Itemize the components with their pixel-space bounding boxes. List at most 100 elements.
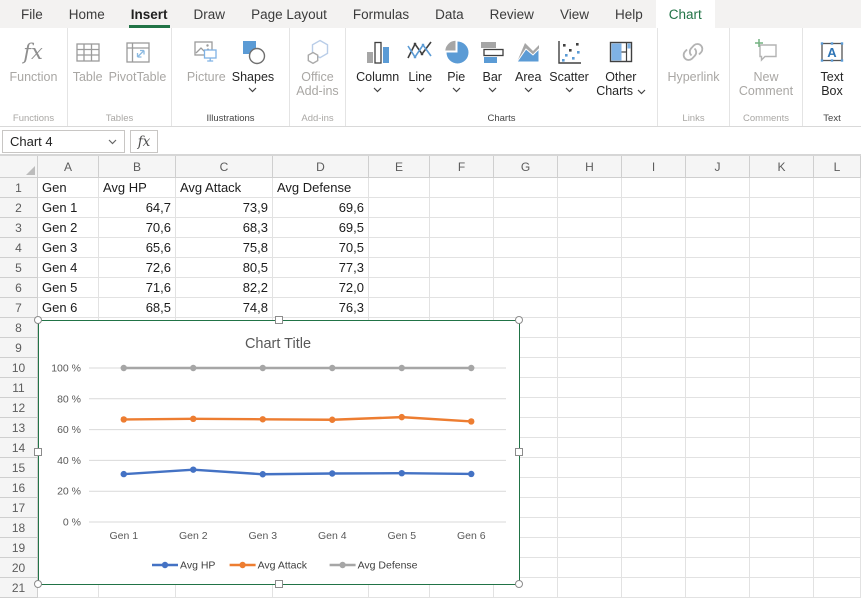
cell-J13[interactable] xyxy=(686,418,750,438)
cell-J10[interactable] xyxy=(686,358,750,378)
column-header-k[interactable]: K xyxy=(750,156,814,178)
cell-H3[interactable] xyxy=(558,218,622,238)
cell-H13[interactable] xyxy=(558,418,622,438)
cell-I13[interactable] xyxy=(622,418,686,438)
row-header-20[interactable]: 20 xyxy=(0,558,38,578)
cell-F5[interactable] xyxy=(430,258,494,278)
cell-J11[interactable] xyxy=(686,378,750,398)
resize-handle-top-center[interactable] xyxy=(275,316,283,324)
fx-button[interactable]: fx xyxy=(130,130,158,153)
cell-I2[interactable] xyxy=(622,198,686,218)
cell-E6[interactable] xyxy=(369,278,430,298)
cell-G7[interactable] xyxy=(494,298,558,318)
cell-J19[interactable] xyxy=(686,538,750,558)
cell-J6[interactable] xyxy=(686,278,750,298)
cell-F1[interactable] xyxy=(430,178,494,198)
cell-A7[interactable]: Gen 6 xyxy=(38,298,99,318)
cell-E5[interactable] xyxy=(369,258,430,278)
cell-J1[interactable] xyxy=(686,178,750,198)
cell-J21[interactable] xyxy=(686,578,750,598)
column-header-i[interactable]: I xyxy=(622,156,686,178)
cell-I20[interactable] xyxy=(622,558,686,578)
ribbon-button-area[interactable]: Area xyxy=(510,33,546,94)
cell-K1[interactable] xyxy=(750,178,814,198)
column-header-c[interactable]: C xyxy=(176,156,273,178)
row-header-8[interactable]: 8 xyxy=(0,318,38,338)
resize-handle-top-left[interactable] xyxy=(34,316,42,324)
column-header-g[interactable]: G xyxy=(494,156,558,178)
resize-handle-middle-left[interactable] xyxy=(34,448,42,456)
cell-E4[interactable] xyxy=(369,238,430,258)
cell-K10[interactable] xyxy=(750,358,814,378)
row-header-14[interactable]: 14 xyxy=(0,438,38,458)
cell-H17[interactable] xyxy=(558,498,622,518)
resize-handle-middle-right[interactable] xyxy=(515,448,523,456)
cell-H5[interactable] xyxy=(558,258,622,278)
cell-L9[interactable] xyxy=(814,338,861,358)
cell-I3[interactable] xyxy=(622,218,686,238)
cell-L7[interactable] xyxy=(814,298,861,318)
chart-series-avg-hp[interactable] xyxy=(121,466,475,477)
cell-L18[interactable] xyxy=(814,518,861,538)
cell-A2[interactable]: Gen 1 xyxy=(38,198,99,218)
cell-K5[interactable] xyxy=(750,258,814,278)
row-header-10[interactable]: 10 xyxy=(0,358,38,378)
cell-H6[interactable] xyxy=(558,278,622,298)
cell-I16[interactable] xyxy=(622,478,686,498)
cell-I18[interactable] xyxy=(622,518,686,538)
cell-H10[interactable] xyxy=(558,358,622,378)
cell-G4[interactable] xyxy=(494,238,558,258)
cell-L15[interactable] xyxy=(814,458,861,478)
cell-K12[interactable] xyxy=(750,398,814,418)
cell-G5[interactable] xyxy=(494,258,558,278)
row-header-4[interactable]: 4 xyxy=(0,238,38,258)
name-box[interactable]: Chart 4 xyxy=(2,130,125,153)
cell-J9[interactable] xyxy=(686,338,750,358)
formula-input[interactable] xyxy=(163,130,859,153)
cell-J3[interactable] xyxy=(686,218,750,238)
row-header-12[interactable]: 12 xyxy=(0,398,38,418)
cell-K19[interactable] xyxy=(750,538,814,558)
cell-H2[interactable] xyxy=(558,198,622,218)
cell-H20[interactable] xyxy=(558,558,622,578)
cell-D3[interactable]: 69,5 xyxy=(273,218,369,238)
cell-C3[interactable]: 68,3 xyxy=(176,218,273,238)
cell-E1[interactable] xyxy=(369,178,430,198)
row-header-3[interactable]: 3 xyxy=(0,218,38,238)
column-header-f[interactable]: F xyxy=(430,156,494,178)
cell-D5[interactable]: 77,3 xyxy=(273,258,369,278)
cell-L1[interactable] xyxy=(814,178,861,198)
ribbon-button-pie[interactable]: Pie xyxy=(438,33,474,94)
cell-G2[interactable] xyxy=(494,198,558,218)
cell-J16[interactable] xyxy=(686,478,750,498)
cell-I7[interactable] xyxy=(622,298,686,318)
cell-B5[interactable]: 72,6 xyxy=(99,258,176,278)
cell-L8[interactable] xyxy=(814,318,861,338)
cell-F6[interactable] xyxy=(430,278,494,298)
cell-K21[interactable] xyxy=(750,578,814,598)
column-header-b[interactable]: B xyxy=(99,156,176,178)
cell-I11[interactable] xyxy=(622,378,686,398)
cell-K6[interactable] xyxy=(750,278,814,298)
cell-L3[interactable] xyxy=(814,218,861,238)
cell-J8[interactable] xyxy=(686,318,750,338)
ribbon-button-other-charts[interactable]: Other Charts xyxy=(592,33,650,98)
column-header-j[interactable]: J xyxy=(686,156,750,178)
cell-J4[interactable] xyxy=(686,238,750,258)
cell-K4[interactable] xyxy=(750,238,814,258)
cell-C5[interactable]: 80,5 xyxy=(176,258,273,278)
cell-K3[interactable] xyxy=(750,218,814,238)
resize-handle-top-right[interactable] xyxy=(515,316,523,324)
cell-E3[interactable] xyxy=(369,218,430,238)
column-header-e[interactable]: E xyxy=(369,156,430,178)
cell-C6[interactable]: 82,2 xyxy=(176,278,273,298)
row-header-18[interactable]: 18 xyxy=(0,518,38,538)
cell-C1[interactable]: Avg Attack xyxy=(176,178,273,198)
cell-E7[interactable] xyxy=(369,298,430,318)
cell-H14[interactable] xyxy=(558,438,622,458)
cell-L11[interactable] xyxy=(814,378,861,398)
cell-H15[interactable] xyxy=(558,458,622,478)
cell-I8[interactable] xyxy=(622,318,686,338)
chart-series-avg-defense[interactable] xyxy=(121,365,475,371)
tab-formulas[interactable]: Formulas xyxy=(340,0,422,28)
